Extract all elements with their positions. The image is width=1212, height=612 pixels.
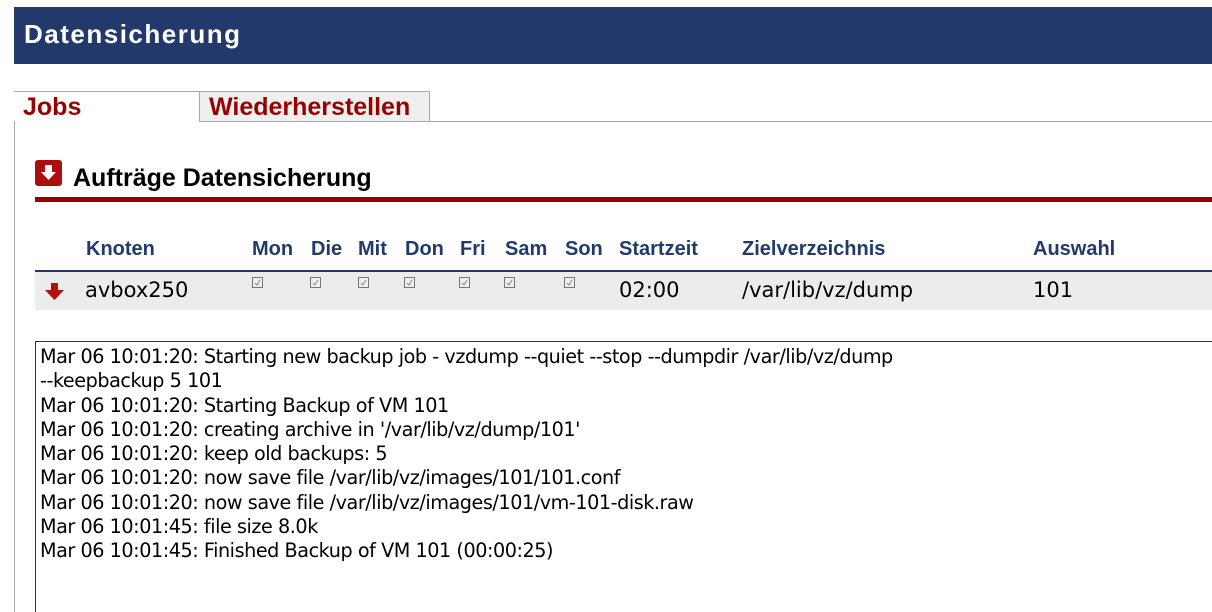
tabbar-divider [430, 121, 1212, 122]
column-header-zielverzeichnis[interactable]: Zielverzeichnis [742, 238, 885, 261]
page-title: Datensicherung [24, 19, 242, 49]
column-header-knoten[interactable]: Knoten [86, 238, 155, 261]
column-header-auswahl[interactable]: Auswahl [1033, 238, 1115, 261]
tab-jobs[interactable]: Jobs [14, 91, 199, 121]
column-header-mit[interactable]: Mit [358, 238, 387, 261]
checkbox-son[interactable] [564, 277, 575, 288]
checkbox-sam[interactable] [504, 277, 515, 288]
column-header-son[interactable]: Son [565, 238, 603, 261]
column-header-mon[interactable]: Mon [252, 238, 293, 261]
section-title: Aufträge Datensicherung [73, 164, 372, 192]
checkbox-fri[interactable] [459, 277, 470, 288]
log-text: Mar 06 10:01:20: Starting new backup job… [40, 345, 893, 563]
checkbox-don[interactable] [404, 277, 415, 288]
collapse-arrow-icon[interactable] [35, 160, 62, 186]
column-header-fri[interactable]: Fri [460, 238, 486, 261]
panel-border [14, 91, 15, 612]
red-down-arrow-icon[interactable] [44, 282, 65, 306]
column-header-die[interactable]: Die [311, 238, 342, 261]
column-header-sam[interactable]: Sam [505, 238, 547, 261]
backup-log-output[interactable]: Mar 06 10:01:20: Starting new backup job… [35, 341, 1212, 612]
title-bar: Datensicherung [14, 7, 1212, 64]
checkbox-mit[interactable] [358, 277, 369, 288]
start-time-cell: 02:00 [619, 278, 680, 302]
section-divider [35, 197, 1212, 202]
column-header-startzeit[interactable]: Startzeit [619, 238, 698, 261]
tab-wiederherstellen[interactable]: Wiederherstellen [199, 91, 430, 122]
target-dir-cell: /var/lib/vz/dump [742, 278, 914, 302]
checkbox-die[interactable] [310, 277, 321, 288]
selection-cell: 101 [1033, 278, 1074, 302]
column-header-don[interactable]: Don [405, 238, 444, 261]
checkbox-mon[interactable] [252, 277, 263, 288]
node-cell: avbox250 [85, 278, 189, 302]
